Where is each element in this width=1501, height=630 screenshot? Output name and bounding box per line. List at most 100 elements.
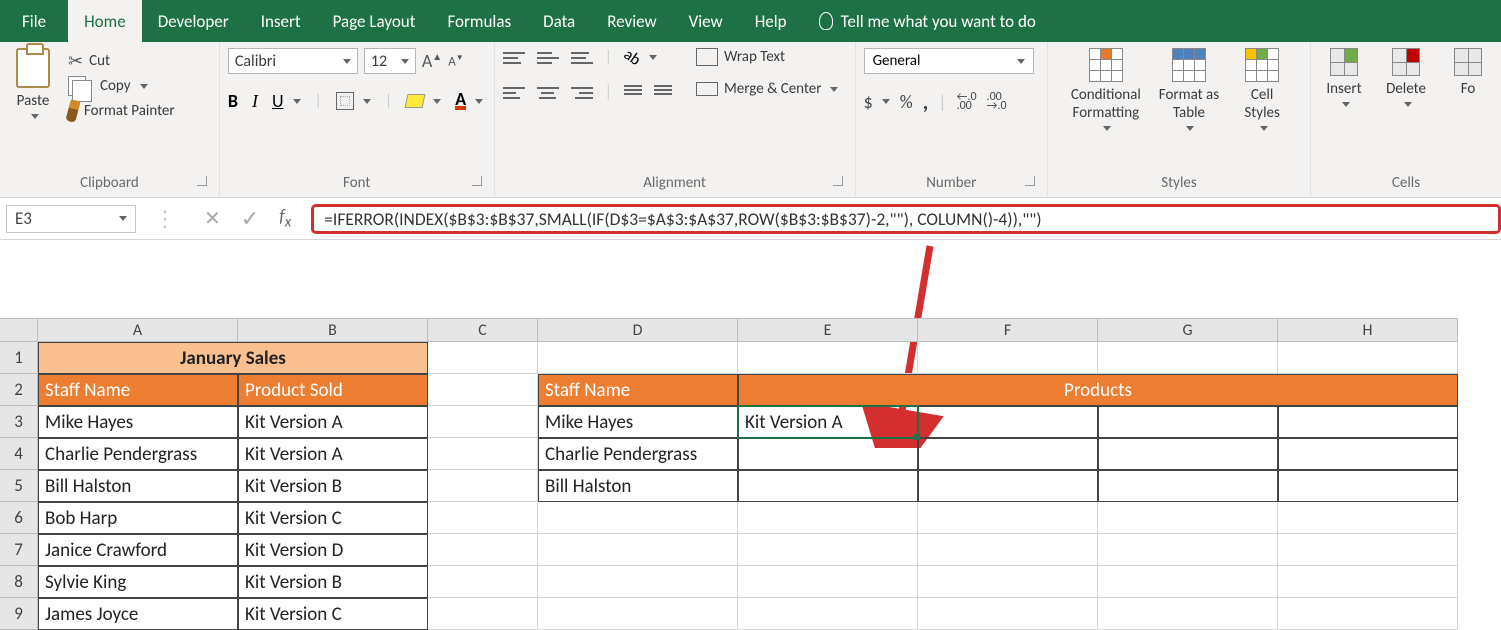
tab-help[interactable]: Help bbox=[739, 0, 803, 42]
cell[interactable] bbox=[1098, 598, 1278, 630]
cell[interactable] bbox=[428, 406, 538, 438]
cell[interactable]: Kit Version A bbox=[238, 438, 428, 470]
cell[interactable] bbox=[1098, 470, 1278, 502]
format-painter-button[interactable]: Format Painter bbox=[68, 100, 175, 122]
tab-insert[interactable]: Insert bbox=[245, 0, 317, 42]
insert-function-button[interactable]: fx bbox=[269, 205, 301, 232]
cut-button[interactable]: ✂ Cut bbox=[68, 50, 175, 72]
format-cells-button[interactable]: Fo bbox=[1443, 48, 1493, 98]
row-header[interactable]: 7 bbox=[0, 534, 38, 566]
cell[interactable] bbox=[738, 470, 918, 502]
cell[interactable]: January Sales bbox=[38, 342, 428, 374]
cell[interactable] bbox=[1278, 470, 1458, 502]
increase-indent-button[interactable] bbox=[654, 85, 672, 101]
tab-home[interactable]: Home bbox=[68, 0, 142, 42]
select-all-corner[interactable] bbox=[0, 319, 38, 341]
increase-decimal-button[interactable]: ←.0.00 bbox=[957, 93, 977, 111]
enter-formula-button[interactable]: ✓ bbox=[231, 205, 269, 232]
name-box[interactable]: E3 bbox=[6, 205, 136, 233]
cell[interactable]: Kit Version C bbox=[238, 598, 428, 630]
cell[interactable] bbox=[1098, 502, 1278, 534]
cell[interactable] bbox=[918, 598, 1098, 630]
cell[interactable] bbox=[1278, 342, 1458, 374]
cell[interactable]: Sylvie King bbox=[38, 566, 238, 598]
row-header[interactable]: 2 bbox=[0, 374, 38, 406]
cell[interactable]: Kit Version B bbox=[238, 470, 428, 502]
row-header[interactable]: 9 bbox=[0, 598, 38, 630]
cell[interactable] bbox=[1098, 438, 1278, 470]
cell[interactable]: Kit Version D bbox=[238, 534, 428, 566]
col-header-f[interactable]: F bbox=[918, 319, 1098, 341]
cell[interactable] bbox=[918, 534, 1098, 566]
cell[interactable] bbox=[1278, 534, 1458, 566]
cell[interactable] bbox=[918, 502, 1098, 534]
dialog-launcher-icon[interactable] bbox=[833, 176, 843, 186]
borders-button[interactable] bbox=[336, 92, 371, 110]
cell[interactable] bbox=[918, 342, 1098, 374]
row-header[interactable]: 8 bbox=[0, 566, 38, 598]
cell[interactable] bbox=[738, 342, 918, 374]
cell[interactable] bbox=[1278, 502, 1458, 534]
orientation-button[interactable]: ab bbox=[624, 48, 657, 67]
row-header[interactable]: 4 bbox=[0, 438, 38, 470]
tab-review[interactable]: Review bbox=[591, 0, 672, 42]
align-right-button[interactable] bbox=[571, 84, 593, 102]
cell[interactable] bbox=[428, 598, 538, 630]
align-left-button[interactable] bbox=[503, 84, 525, 102]
cell[interactable] bbox=[918, 406, 1098, 438]
cell[interactable]: Charlie Pendergrass bbox=[38, 438, 238, 470]
align-top-button[interactable] bbox=[503, 49, 525, 67]
cell[interactable]: Staff Name bbox=[538, 374, 738, 406]
cell[interactable] bbox=[738, 438, 918, 470]
underline-button[interactable]: U bbox=[272, 90, 301, 112]
col-header-h[interactable]: H bbox=[1278, 319, 1458, 341]
cell[interactable] bbox=[738, 502, 918, 534]
tab-page-layout[interactable]: Page Layout bbox=[317, 0, 432, 42]
cell[interactable]: Mike Hayes bbox=[38, 406, 238, 438]
row-header[interactable]: 5 bbox=[0, 470, 38, 502]
align-bottom-button[interactable] bbox=[571, 49, 593, 67]
number-format-select[interactable]: General bbox=[864, 48, 1034, 74]
cell[interactable] bbox=[538, 566, 738, 598]
cell[interactable]: Charlie Pendergrass bbox=[538, 438, 738, 470]
decrease-font-button[interactable]: A▼ bbox=[448, 53, 463, 69]
cell[interactable] bbox=[1098, 566, 1278, 598]
cell[interactable]: Janice Crawford bbox=[38, 534, 238, 566]
tab-data[interactable]: Data bbox=[527, 0, 591, 42]
cell[interactable] bbox=[428, 470, 538, 502]
tab-file[interactable]: File bbox=[0, 0, 68, 42]
decrease-indent-button[interactable] bbox=[624, 85, 642, 101]
formula-input[interactable]: =IFERROR(INDEX($B$3:$B$37,SMALL(IF(D$3=$… bbox=[311, 204, 1501, 234]
font-color-button[interactable]: A bbox=[455, 92, 483, 110]
conditional-formatting-button[interactable]: Conditional Formatting bbox=[1071, 48, 1141, 131]
cell[interactable]: Kit Version A bbox=[238, 406, 428, 438]
cell[interactable] bbox=[1278, 406, 1458, 438]
col-header-a[interactable]: A bbox=[38, 319, 238, 341]
cell[interactable] bbox=[538, 598, 738, 630]
fill-color-button[interactable] bbox=[406, 94, 441, 108]
cell[interactable] bbox=[538, 342, 738, 374]
merge-center-button[interactable]: Merge & Center bbox=[696, 80, 839, 98]
tab-developer[interactable]: Developer bbox=[142, 0, 245, 42]
tab-formulas[interactable]: Formulas bbox=[431, 0, 527, 42]
cell[interactable] bbox=[1278, 598, 1458, 630]
cell[interactable] bbox=[738, 598, 918, 630]
cell[interactable] bbox=[428, 374, 538, 406]
cell[interactable] bbox=[918, 566, 1098, 598]
dialog-launcher-icon[interactable] bbox=[1025, 176, 1035, 186]
cell[interactable] bbox=[428, 438, 538, 470]
comma-format-button[interactable]: , bbox=[923, 88, 929, 115]
cell[interactable]: Bob Harp bbox=[38, 502, 238, 534]
cell[interactable] bbox=[1278, 566, 1458, 598]
wrap-text-button[interactable]: Wrap Text bbox=[696, 48, 839, 66]
row-header[interactable]: 3 bbox=[0, 406, 38, 438]
cell[interactable]: Kit Version C bbox=[238, 502, 428, 534]
cell[interactable] bbox=[1098, 534, 1278, 566]
decrease-decimal-button[interactable]: .00→.0 bbox=[987, 93, 1007, 111]
cell[interactable] bbox=[738, 534, 918, 566]
active-cell[interactable]: Kit Version A bbox=[738, 406, 918, 438]
row-header[interactable]: 1 bbox=[0, 342, 38, 374]
accounting-format-button[interactable]: $ bbox=[864, 91, 890, 113]
cell[interactable]: Bill Halston bbox=[38, 470, 238, 502]
cell[interactable]: Mike Hayes bbox=[538, 406, 738, 438]
